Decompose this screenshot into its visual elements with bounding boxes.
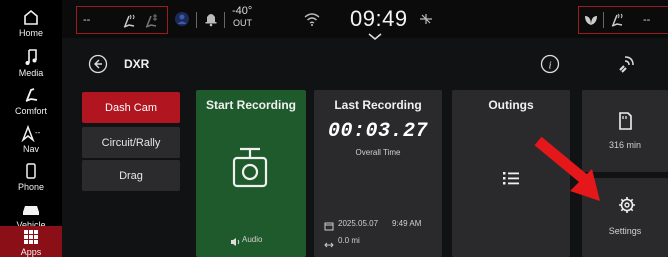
header: DXR i — [62, 44, 668, 84]
navigation-arrow-icon: -- — [20, 123, 42, 143]
start-recording-title: Start Recording — [205, 98, 296, 112]
eco-leaf-icon — [583, 13, 599, 32]
right-climate-box[interactable]: -- — [578, 6, 668, 34]
list-icon — [502, 170, 520, 191]
dash-camera-icon — [230, 146, 270, 195]
connected-services-button[interactable] — [614, 52, 638, 81]
outside-temperature-label: OUT — [233, 18, 252, 28]
outside-temperature: -40° — [232, 5, 253, 17]
menu-circuit-rally[interactable]: Circuit/Rally — [82, 127, 180, 158]
seat-icon — [22, 85, 40, 105]
calendar-icon — [324, 218, 334, 236]
heated-seat-icon — [121, 13, 137, 34]
nav-media-label: Media — [18, 67, 44, 78]
distance-icon — [324, 236, 334, 254]
climate-seat-box[interactable]: -- — [76, 6, 168, 34]
info-button[interactable]: i — [540, 54, 560, 79]
last-recording-title: Last Recording — [334, 98, 422, 112]
music-note-icon — [23, 47, 39, 67]
callout-arrow-icon — [534, 136, 600, 201]
status-separator — [196, 12, 197, 28]
nav-nav-label: Nav — [22, 143, 39, 154]
home-icon — [22, 7, 40, 27]
svg-text:i: i — [549, 60, 552, 72]
driver-profile-icon[interactable] — [174, 11, 190, 32]
right-dash-text: -- — [643, 14, 651, 26]
heated-wheel-icon — [609, 12, 625, 33]
nav-apps-label: Apps — [20, 247, 42, 257]
audio-icon — [230, 234, 240, 252]
svg-text:--: -- — [35, 128, 41, 137]
nav-phone-label: Phone — [17, 181, 45, 192]
left-dash-text: -- — [83, 14, 91, 26]
nav-comfort-label: Comfort — [14, 105, 47, 116]
recording-duration-caption: Overall Time — [355, 148, 401, 157]
menu-dash-cam[interactable]: Dash Cam — [82, 92, 180, 123]
page-title: DXR — [124, 57, 150, 71]
recording-distance: 0.0 mi — [338, 236, 360, 245]
nav-apps[interactable]: Apps — [0, 226, 62, 257]
back-arrow-icon — [88, 54, 108, 74]
status-separator — [224, 12, 225, 28]
fan-icon — [418, 11, 434, 32]
nav-home-label: Home — [18, 27, 43, 38]
info-icon: i — [540, 54, 560, 74]
gear-icon — [618, 196, 636, 219]
start-recording-card[interactable]: Start Recording Audio — [196, 90, 306, 257]
sd-card-icon — [618, 112, 632, 135]
wifi-icon — [304, 12, 320, 31]
signal-waves-icon — [619, 56, 634, 73]
nav-home[interactable]: Home — [0, 0, 62, 44]
notification-bell-icon[interactable] — [204, 11, 218, 32]
back-button[interactable] — [88, 54, 108, 79]
status-bar: -- -40° OUT 09:49 -- — [62, 0, 668, 41]
recording-date: 2025.05.07 — [338, 219, 379, 228]
nav-rail: Home Media Comfort -- Nav Phone Vehicle — [0, 0, 62, 257]
recording-duration: 00:03.27 — [327, 120, 428, 143]
settings-label: Settings — [608, 226, 642, 236]
status-separator — [603, 12, 604, 28]
apps-grid-icon — [22, 228, 40, 246]
ventilated-seat-icon — [143, 13, 159, 34]
last-recording-card[interactable]: Last Recording 00:03.27 Overall Time 202… — [314, 90, 442, 257]
outings-title: Outings — [488, 98, 534, 112]
menu-drag[interactable]: Drag — [82, 160, 180, 191]
phone-icon — [25, 161, 37, 181]
audio-label: Audio — [242, 235, 263, 244]
recording-clock: 9:49 AM — [392, 219, 422, 228]
car-icon — [21, 199, 41, 219]
